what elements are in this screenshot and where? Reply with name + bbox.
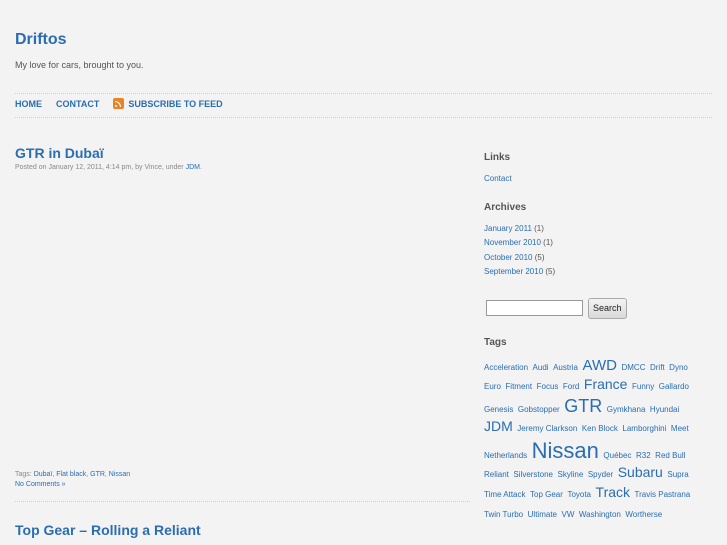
archive-count: (1) bbox=[534, 223, 544, 233]
main-nav: HOME CONTACT SUBSCRIBE TO FEED bbox=[15, 98, 223, 109]
tag-cloud-link[interactable]: Reliant bbox=[484, 465, 509, 485]
tag-cloud-link[interactable]: Track bbox=[596, 485, 630, 500]
archive-link[interactable]: October 2010 bbox=[484, 253, 532, 262]
nav-divider bbox=[15, 117, 712, 118]
archive-count: (5) bbox=[534, 252, 545, 262]
post-tags: Tags: Dubaï, Flat black, GTR, Nissan bbox=[15, 471, 131, 478]
site-title[interactable]: Driftos bbox=[15, 31, 67, 49]
tag-cloud-link[interactable]: R32 bbox=[636, 446, 651, 466]
tag-cloud-link[interactable]: Audi bbox=[533, 358, 549, 378]
post-comments-link[interactable]: No Comments » bbox=[15, 481, 66, 488]
links-list: Contact bbox=[484, 172, 712, 187]
tags-widget-title: Tags bbox=[484, 336, 507, 348]
site-tagline: My love for cars, brought to you. bbox=[15, 60, 144, 70]
tag-cloud-link[interactable]: Hyundai bbox=[650, 400, 679, 420]
tag-cloud-link[interactable]: Euro bbox=[484, 377, 501, 397]
tag-cloud-link[interactable]: Ultimate bbox=[528, 505, 557, 525]
tag-cloud-link[interactable]: Supra bbox=[667, 465, 688, 485]
archives-list: January 2011 (1) November 2010 (1) Octob… bbox=[484, 222, 712, 280]
tag-cloud-link[interactable]: Lamborghini bbox=[622, 419, 666, 439]
list-item: October 2010 (5) bbox=[484, 251, 712, 266]
archive-count: (1) bbox=[543, 238, 553, 247]
archive-link[interactable]: November 2010 bbox=[484, 238, 541, 247]
tag-cloud-link[interactable]: DMCC bbox=[621, 358, 645, 378]
tag-cloud-link[interactable]: France bbox=[584, 377, 628, 392]
list-item: September 2010 (5) bbox=[484, 265, 712, 280]
tag-cloud-link[interactable]: Nissan bbox=[532, 439, 599, 462]
tag-cloud-link[interactable]: Genesis bbox=[484, 400, 513, 420]
tag-cloud-link[interactable]: Québec bbox=[603, 446, 631, 466]
nav-feed-label: SUBSCRIBE TO FEED bbox=[128, 98, 223, 109]
nav-home-link[interactable]: HOME bbox=[15, 98, 42, 109]
post-footer: Tags: Dubaï, Flat black, GTR, Nissan No … bbox=[15, 470, 130, 490]
tag-cloud-link[interactable]: Gobstopper bbox=[518, 400, 560, 420]
post-tag-link[interactable]: Flat black bbox=[56, 471, 86, 478]
post-meta-suffix: . bbox=[199, 164, 202, 171]
links-widget-title: Links bbox=[484, 152, 511, 163]
rss-feed-icon bbox=[113, 98, 125, 109]
search-button[interactable]: Search bbox=[588, 297, 627, 319]
post-meta: Posted on January 12, 2011, 4:14 pm, by … bbox=[15, 164, 202, 171]
tag-cloud-link[interactable]: Travis Pastrana bbox=[635, 485, 691, 505]
archive-link[interactable]: September 2010 bbox=[484, 267, 543, 276]
tag-cloud-link[interactable]: Fitment bbox=[505, 377, 532, 397]
tag-cloud-link[interactable]: Netherlands bbox=[484, 446, 527, 466]
header-divider bbox=[15, 93, 712, 94]
list-item: January 2011 (1) bbox=[484, 222, 712, 237]
tag-cloud-link[interactable]: Red Bull bbox=[655, 446, 685, 466]
tag-cloud-link[interactable]: Ken Block bbox=[582, 419, 618, 439]
post-tag-link[interactable]: Nissan bbox=[109, 471, 130, 478]
post-title[interactable]: GTR in Dubaï bbox=[15, 145, 104, 161]
nav-feed-link[interactable]: SUBSCRIBE TO FEED bbox=[113, 98, 223, 109]
tag-cloud-link[interactable]: Skyline bbox=[558, 465, 584, 485]
tag-cloud-link[interactable]: Gallardo bbox=[659, 377, 689, 397]
sidebar-contact-link[interactable]: Contact bbox=[484, 174, 512, 183]
tag-cloud-link[interactable]: Focus bbox=[537, 377, 559, 397]
tag-cloud-link[interactable]: Wortherse bbox=[625, 505, 662, 525]
archives-widget-title: Archives bbox=[484, 201, 527, 213]
list-item: November 2010 (1) bbox=[484, 236, 712, 251]
tag-cloud-link[interactable]: Spyder bbox=[588, 465, 613, 485]
tag-cloud-link[interactable]: Toyota bbox=[567, 485, 591, 505]
search-input[interactable] bbox=[486, 300, 583, 316]
tag-cloud-link[interactable]: Twin Turbo bbox=[484, 505, 523, 525]
tag-cloud-link[interactable]: Funny bbox=[632, 377, 654, 397]
post-tags-label: Tags: bbox=[15, 471, 32, 478]
post-title[interactable]: Top Gear – Rolling a Reliant bbox=[15, 522, 201, 538]
list-item: Contact bbox=[484, 172, 712, 187]
sidebar: Links Contact Archives January 2011 (1) … bbox=[484, 152, 712, 524]
post-tag-link[interactable]: Dubaï bbox=[34, 471, 53, 478]
post-meta-text: Posted on January 12, 2011, 4:14 pm, by … bbox=[15, 164, 184, 171]
tag-cloud-link[interactable]: JDM bbox=[484, 419, 513, 434]
tag-cloud-link[interactable]: Ford bbox=[563, 377, 579, 397]
tag-cloud-link[interactable]: Time Attack bbox=[484, 485, 526, 505]
nav-contact-link[interactable]: CONTACT bbox=[56, 98, 99, 109]
tag-cloud-link[interactable]: VW bbox=[562, 505, 575, 525]
tag-cloud-link[interactable]: Silverstone bbox=[513, 465, 553, 485]
tag-cloud-link[interactable]: Austria bbox=[553, 358, 578, 378]
tag-cloud-link[interactable]: Jeremy Clarkson bbox=[517, 419, 577, 439]
post-tag-link[interactable]: GTR bbox=[90, 471, 105, 478]
tag-cloud-link[interactable]: Top Gear bbox=[530, 485, 563, 505]
tag-cloud-link[interactable]: Washington bbox=[579, 505, 621, 525]
post-category-link[interactable]: JDM bbox=[186, 164, 200, 171]
tag-cloud-link[interactable]: Dyno bbox=[669, 358, 688, 378]
archive-link[interactable]: January 2011 bbox=[484, 224, 532, 233]
tag-cloud-link[interactable]: Meet bbox=[671, 419, 689, 439]
search-form: Search bbox=[486, 297, 712, 319]
tag-cloud-link[interactable]: Acceleration bbox=[484, 358, 528, 378]
tag-cloud-link[interactable]: Drift bbox=[650, 358, 665, 378]
tag-cloud-link[interactable]: AWD bbox=[583, 357, 617, 374]
archive-count: (5) bbox=[545, 267, 556, 276]
post-divider bbox=[15, 501, 470, 502]
tag-cloud-link[interactable]: GTR bbox=[564, 396, 602, 416]
tag-cloud-link[interactable]: Gymkhana bbox=[607, 400, 646, 420]
tag-cloud-link[interactable]: Subaru bbox=[618, 465, 663, 480]
tag-cloud: Acceleration Audi Austria AWD DMCC Drift… bbox=[484, 357, 706, 525]
